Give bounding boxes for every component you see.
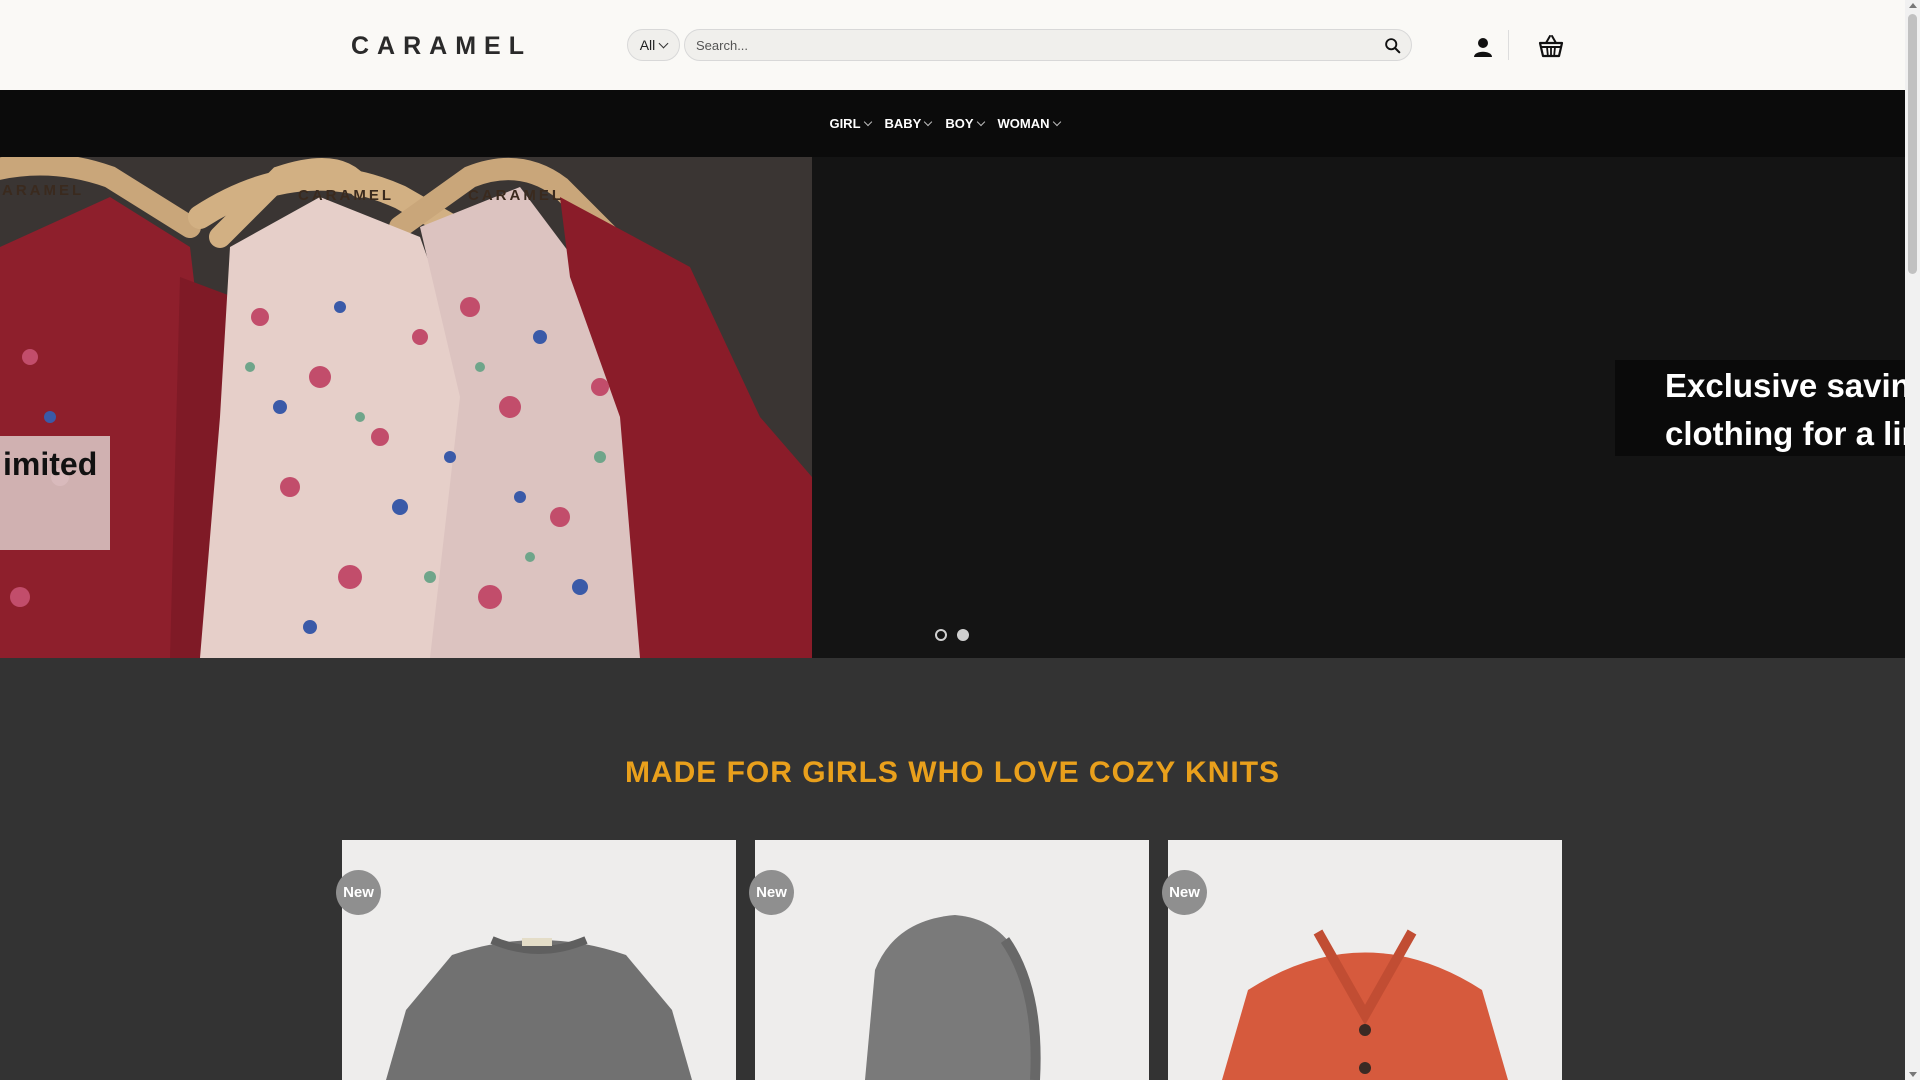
scroll-up-arrow-icon[interactable]: [1909, 3, 1917, 8]
search-input[interactable]: [685, 30, 1365, 60]
search-box: [684, 29, 1412, 61]
chevron-down-icon: [1052, 117, 1061, 127]
svg-text:ARAMEL: ARAMEL: [2, 182, 84, 199]
nav-item-boy[interactable]: BOY: [945, 116, 985, 131]
nav-item-woman[interactable]: WOMAN: [997, 116, 1061, 131]
nav-item-label: WOMAN: [997, 116, 1050, 131]
product-image-grey-bonnet: [865, 915, 1041, 1080]
search-icon[interactable]: [1384, 37, 1401, 54]
scroll-thumb[interactable]: [1908, 14, 1917, 274]
hero-caption-line-1: Exclusive savings: [1665, 367, 1905, 404]
chevron-down-icon: [976, 117, 985, 127]
product-image-orange-cardigan: [1222, 929, 1508, 1080]
svg-text:CARAMEL: CARAMEL: [468, 187, 564, 204]
scroll-down-arrow-icon[interactable]: [1909, 1072, 1917, 1077]
site-logo[interactable]: CARAMEL: [351, 32, 532, 61]
product-card[interactable]: [342, 840, 736, 1080]
search-bar: All: [627, 29, 1412, 61]
hero-caption-right: Exclusive savings clothing for a limi: [1615, 360, 1905, 456]
nav-item-baby[interactable]: BABY: [884, 116, 933, 131]
site-header: CARAMEL All: [0, 0, 1905, 90]
slider-dot-1[interactable]: [935, 629, 947, 641]
slider-dot-2[interactable]: [957, 629, 969, 641]
page-scrollbar[interactable]: [1905, 0, 1920, 1080]
header-divider: [1508, 30, 1509, 60]
nav-item-girl[interactable]: GIRL: [829, 116, 872, 131]
category-select-value: All: [639, 37, 656, 53]
basket-icon[interactable]: [1538, 33, 1564, 59]
nav-item-label: GIRL: [829, 116, 861, 131]
new-badge: New: [1162, 870, 1207, 915]
main-nav: GIRL BABY BOY WOMAN: [0, 90, 1905, 157]
hero-caption-left: imited: [0, 436, 110, 550]
hero-image-clothing-on-hangers: ARAMEL CARAMEL CARAMEL: [0, 157, 812, 658]
product-image-grey-sweater: [386, 936, 692, 1080]
product-card[interactable]: [1168, 840, 1562, 1080]
new-badge: New: [749, 870, 794, 915]
category-select[interactable]: All: [627, 29, 680, 61]
chevron-down-icon: [863, 117, 872, 127]
chevron-down-icon: [924, 117, 933, 127]
nav-item-label: BOY: [945, 116, 974, 131]
hero-slider[interactable]: ARAMEL CARAMEL CARAMEL imited Exclusive …: [0, 157, 1905, 658]
hangers-illustration: ARAMEL CARAMEL CARAMEL: [0, 157, 812, 658]
svg-text:CARAMEL: CARAMEL: [298, 187, 394, 204]
hero-caption-line-2: clothing for a limi: [1665, 415, 1905, 452]
new-badge: New: [336, 870, 381, 915]
nav-item-label: BABY: [884, 116, 922, 131]
product-card[interactable]: [755, 840, 1149, 1080]
section-title: MADE FOR GIRLS WHO LOVE COZY KNITS: [624, 756, 1281, 789]
chevron-down-icon: [658, 38, 669, 48]
account-icon[interactable]: [1472, 36, 1494, 58]
slider-dots: [935, 629, 969, 641]
